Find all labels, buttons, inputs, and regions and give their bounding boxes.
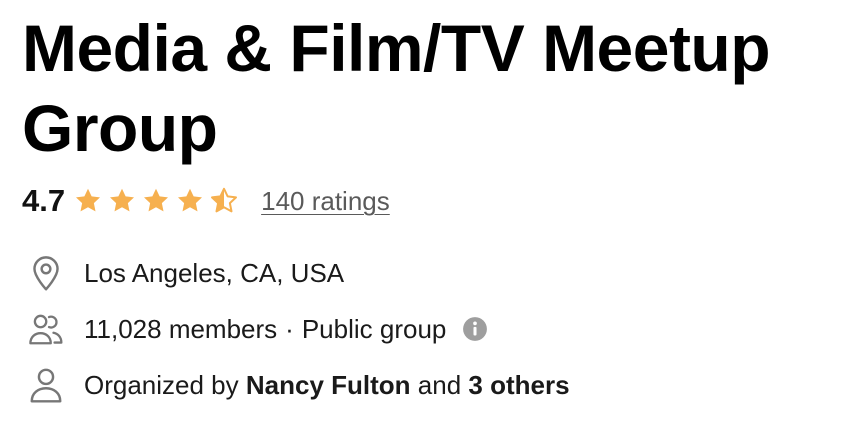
organizer-name-link[interactable]: Nancy Fulton	[246, 370, 411, 401]
ratings-link[interactable]: 140 ratings	[261, 186, 390, 217]
others-link[interactable]: 3 others	[468, 370, 569, 401]
star-icon	[76, 188, 101, 212]
person-icon	[26, 365, 66, 405]
info-icon[interactable]	[462, 316, 488, 342]
location-text: Los Angeles, CA, USA	[84, 257, 345, 288]
rating-value: 4.7	[22, 183, 66, 218]
star-icon	[144, 188, 169, 212]
star-half-icon	[211, 187, 238, 213]
rating-row: 4.7 140 ratings	[22, 178, 390, 224]
and-text: and	[417, 369, 462, 400]
group-title: Media & Film/TV Meetup Group	[22, 11, 771, 165]
star-icon	[110, 188, 135, 212]
members-icon	[26, 309, 66, 349]
star-rating	[73, 186, 243, 216]
separator-dot: ·	[285, 313, 294, 344]
group-visibility: Public group	[301, 313, 447, 344]
star-icon	[178, 188, 203, 212]
members-row: 11,028 members · Public group	[26, 307, 488, 351]
members-count: 11,028 members	[84, 313, 278, 344]
organizer-row: Organized by Nancy Fulton and 3 others	[26, 363, 570, 407]
organized-by-label: Organized by	[84, 369, 239, 400]
map-pin-icon	[26, 253, 66, 293]
location-row: Los Angeles, CA, USA	[26, 251, 344, 295]
